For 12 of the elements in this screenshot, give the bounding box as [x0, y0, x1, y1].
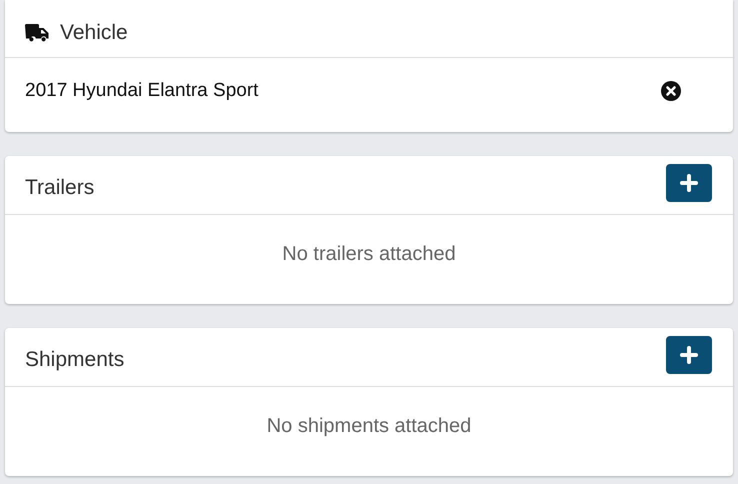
- truck-icon: [25, 24, 50, 42]
- plus-icon: [680, 174, 698, 192]
- add-button[interactable]: [666, 164, 712, 202]
- vehicle-name: 2017 Hyundai Elantra Sport: [25, 78, 258, 103]
- card-title: Vehicle: [60, 20, 128, 46]
- add-button[interactable]: [666, 336, 712, 374]
- empty-message: No shipments attached: [266, 414, 472, 438]
- plus-icon: [680, 346, 698, 364]
- close-icon[interactable]: [661, 81, 681, 101]
- card-title: Trailers: [25, 175, 94, 202]
- card-title: Shipments: [25, 347, 124, 374]
- empty-message: No trailers attached: [282, 242, 456, 266]
